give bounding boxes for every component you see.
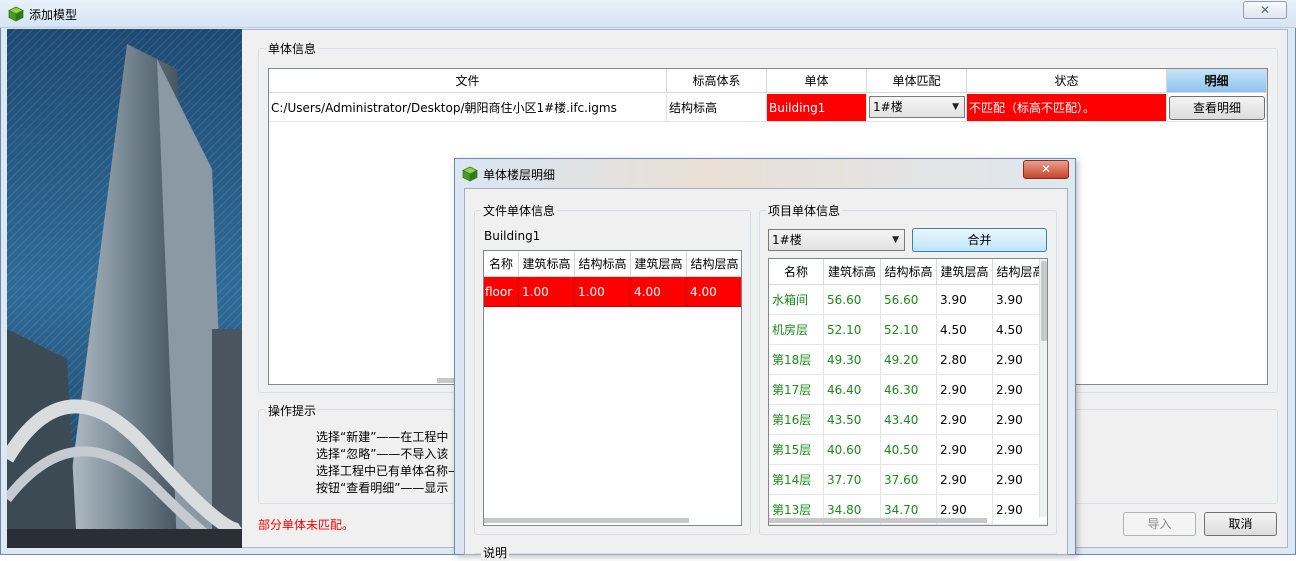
arch-elevation-cell[interactable]: 1.00 <box>519 277 575 307</box>
horizontal-scrollbar[interactable] <box>769 518 987 523</box>
column-header-arch-elevation[interactable]: 建筑标高 <box>824 259 881 285</box>
building-match-dropdown[interactable]: 1#楼 ▼ <box>869 96 965 118</box>
single-info-label: 单体信息 <box>266 40 319 57</box>
struct-elevation-cell[interactable]: 46.30 <box>881 375 937 405</box>
floor-name-cell[interactable]: 水箱间 <box>769 285 824 315</box>
struct-elevation-cell[interactable]: 40.50 <box>881 435 937 465</box>
arch-height-cell[interactable]: 2.80 <box>937 345 993 375</box>
file-path-cell[interactable]: C:/Users/Administrator/Desktop/朝阳商住小区1#楼… <box>269 94 667 122</box>
column-header-struct-height[interactable]: 结构层高 <box>687 251 741 277</box>
title-bar: 添加模型 ✕ <box>0 0 1296 28</box>
elevation-system-cell[interactable]: 结构标高 <box>667 94 767 122</box>
floor-name-cell[interactable]: 第17层 <box>769 375 824 405</box>
column-header-arch-height[interactable]: 建筑层高 <box>937 259 993 285</box>
building-match-value: 1#楼 <box>873 100 903 114</box>
file-floor-table: 名称 建筑标高 结构标高 建筑层高 结构层高 floor 1.00 1.00 4… <box>483 250 742 526</box>
file-building-name: Building1 <box>484 229 541 243</box>
project-building-dropdown[interactable]: 1#楼 ▼ <box>768 229 905 251</box>
floor-name-cell[interactable]: 第15层 <box>769 435 824 465</box>
arch-height-cell[interactable]: 2.90 <box>937 465 993 495</box>
arch-elevation-cell[interactable]: 52.10 <box>824 315 881 345</box>
hint-line: 按钮“查看明细”——显示 <box>316 481 449 495</box>
arch-elevation-cell[interactable]: 43.50 <box>824 405 881 435</box>
column-header-elevation-system[interactable]: 标高体系 <box>667 69 767 93</box>
struct-elevation-cell[interactable]: 1.00 <box>575 277 631 307</box>
floor-name-cell[interactable]: 第16层 <box>769 405 824 435</box>
hint-line: 选择“新建”——在工程中 <box>316 430 449 444</box>
cube-icon <box>8 6 24 22</box>
cube-icon <box>462 166 478 182</box>
arch-height-cell[interactable]: 2.90 <box>937 405 993 435</box>
arch-elevation-cell[interactable]: 40.60 <box>824 435 881 465</box>
hint-line: 选择“忽略”——不导入该 <box>316 447 449 461</box>
project-floor-table: 名称 建筑标高 结构标高 建筑层高 结构层高 水箱间 56.60 56.60 3.90 3.90 机… <box>768 258 1048 526</box>
merge-button[interactable]: 合并 <box>912 228 1047 252</box>
vertical-scrollbar[interactable] <box>1039 259 1047 517</box>
close-button[interactable]: ✕ <box>1243 1 1287 19</box>
hint-line: 选择工程中已有单体名称— <box>316 464 461 478</box>
import-button[interactable]: 导入 <box>1123 512 1196 536</box>
column-header-struct-elevation[interactable]: 结构标高 <box>575 251 631 277</box>
close-icon: ✕ <box>1040 162 1052 176</box>
dialog-close-button[interactable]: ✕ <box>1023 160 1069 179</box>
column-header-building[interactable]: 单体 <box>767 69 867 93</box>
scrollbar-thumb[interactable] <box>1041 261 1047 341</box>
column-header-status[interactable]: 状态 <box>967 69 1167 93</box>
building-cell[interactable]: Building1 <box>767 94 867 122</box>
arch-height-cell[interactable]: 3.90 <box>937 285 993 315</box>
detail-cell: 查看明细 <box>1167 94 1267 122</box>
project-building-label: 项目单体信息 <box>766 202 843 219</box>
building-illustration <box>7 29 242 548</box>
window-title: 添加模型 <box>29 8 78 22</box>
project-building-value: 1#楼 <box>772 233 802 247</box>
floor-name-cell[interactable]: 第18层 <box>769 345 824 375</box>
hints-label: 操作提示 <box>266 402 319 419</box>
file-building-label: 文件单体信息 <box>481 202 558 219</box>
column-header-arch-height[interactable]: 建筑层高 <box>631 251 687 277</box>
chevron-down-icon: ▼ <box>892 235 899 245</box>
column-header-match[interactable]: 单体匹配 <box>867 69 967 93</box>
status-cell: 不匹配（标高不匹配）。 <box>967 94 1167 122</box>
close-icon: ✕ <box>1259 3 1271 17</box>
floor-name-cell[interactable]: floor <box>484 277 519 307</box>
floor-name-cell[interactable]: 机房层 <box>769 315 824 345</box>
warning-text: 部分单体未匹配。 <box>258 518 355 532</box>
column-header-name[interactable]: 名称 <box>769 259 824 285</box>
arch-elevation-cell[interactable]: 49.30 <box>824 345 881 375</box>
match-cell: 1#楼 ▼ <box>867 94 967 122</box>
arch-height-cell[interactable]: 4.50 <box>937 315 993 345</box>
column-header-file[interactable]: 文件 <box>269 69 667 93</box>
dialog-title: 单体楼层明细 <box>483 168 556 182</box>
hints-text: 选择“新建”——在工程中 选择“忽略”——不导入该 选择工程中已有单体名称— 按… <box>316 429 460 497</box>
note-label: 说明 <box>481 544 510 561</box>
arch-elevation-cell[interactable]: 37.70 <box>824 465 881 495</box>
arch-elevation-cell[interactable]: 46.40 <box>824 375 881 405</box>
struct-elevation-cell[interactable]: 52.10 <box>881 315 937 345</box>
arch-elevation-cell[interactable]: 56.60 <box>824 285 881 315</box>
arch-height-cell[interactable]: 2.90 <box>937 375 993 405</box>
view-detail-button[interactable]: 查看明细 <box>1169 96 1265 120</box>
column-header-struct-elevation[interactable]: 结构标高 <box>881 259 937 285</box>
struct-elevation-cell[interactable]: 37.60 <box>881 465 937 495</box>
struct-height-cell[interactable]: 4.00 <box>687 277 741 307</box>
column-header-detail[interactable]: 明细 <box>1167 69 1267 93</box>
struct-elevation-cell[interactable]: 56.60 <box>881 285 937 315</box>
struct-elevation-cell[interactable]: 49.20 <box>881 345 937 375</box>
chevron-down-icon: ▼ <box>952 102 959 112</box>
arch-height-cell[interactable]: 2.90 <box>937 435 993 465</box>
cancel-button[interactable]: 取消 <box>1204 512 1277 536</box>
arch-height-cell[interactable]: 4.00 <box>631 277 687 307</box>
horizontal-scrollbar[interactable] <box>484 518 689 523</box>
column-header-name[interactable]: 名称 <box>484 251 519 277</box>
column-header-arch-elevation[interactable]: 建筑标高 <box>519 251 575 277</box>
struct-elevation-cell[interactable]: 43.40 <box>881 405 937 435</box>
floor-name-cell[interactable]: 第14层 <box>769 465 824 495</box>
